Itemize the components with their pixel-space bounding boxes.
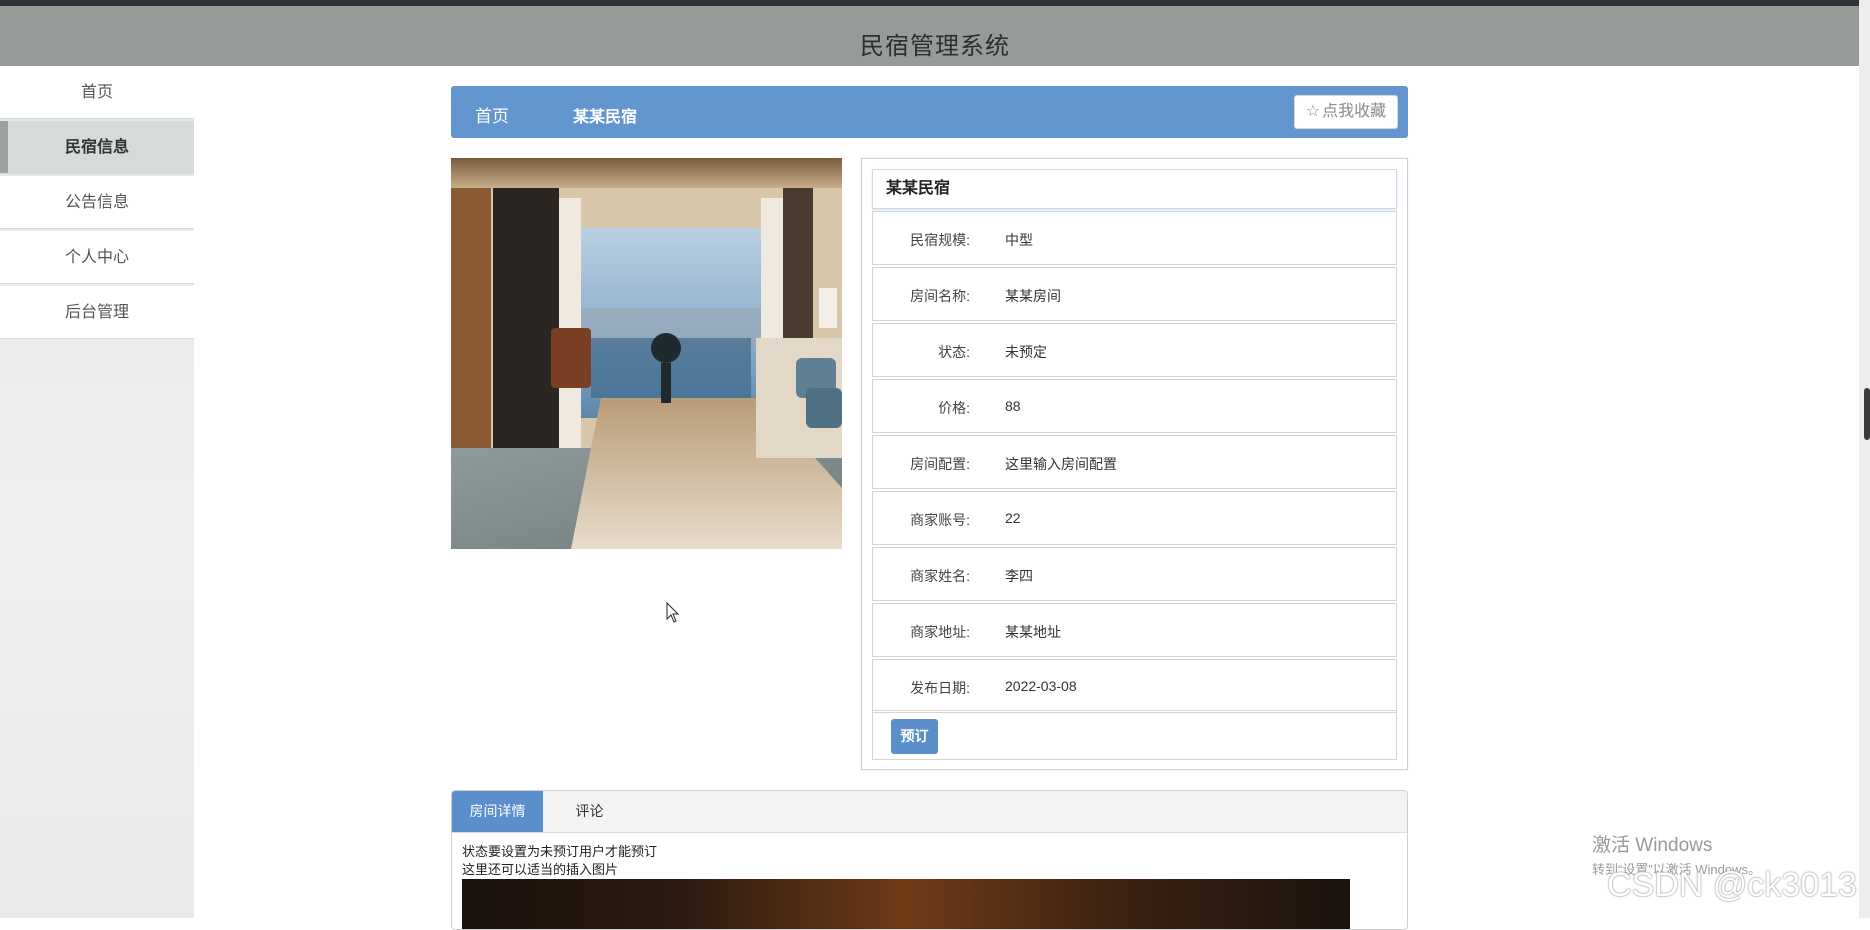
- detail-row-merchant-account: 商家账号: 22: [872, 491, 1397, 545]
- room-photo: [451, 158, 842, 549]
- detail-label: 状态:: [938, 344, 970, 360]
- detail-row-room-name: 房间名称: 某某房间: [872, 267, 1397, 321]
- detail-label: 发布日期:: [910, 680, 970, 696]
- page-scrollbar[interactable]: [1859, 0, 1870, 918]
- top-header: 民宿管理系统: [0, 0, 1870, 66]
- detail-value: 某某房间: [1005, 288, 1061, 304]
- detail-value: 未预定: [1005, 344, 1047, 360]
- tab-room-details[interactable]: 房间详情: [452, 791, 543, 832]
- homestay-name: 某某民宿: [872, 169, 1397, 209]
- sidebar-item-home[interactable]: 首页: [0, 66, 194, 119]
- mouse-pointer-icon: [666, 602, 680, 623]
- detail-value: 某某地址: [1005, 624, 1061, 640]
- detail-row-room-config: 房间配置: 这里输入房间配置: [872, 435, 1397, 489]
- sidebar-item-announcements[interactable]: 公告信息: [0, 176, 194, 229]
- detail-row-scale: 民宿规模: 中型: [872, 211, 1397, 265]
- homestay-detail-panel: 某某民宿 民宿规模: 中型 房间名称: 某某房间 状态: 未预定 价格: 88 …: [861, 158, 1408, 770]
- sidebar-item-personal-center[interactable]: 个人中心: [0, 231, 194, 284]
- csdn-watermark: CSDN @ck3013: [1607, 866, 1857, 904]
- detail-label: 房间配置:: [910, 456, 970, 472]
- room-photo-illustration: [451, 158, 842, 549]
- detail-label: 商家地址:: [910, 624, 970, 640]
- star-outline-icon: ☆: [1305, 103, 1321, 120]
- detail-row-price: 价格: 88: [872, 379, 1397, 433]
- windows-activation-title: 激活 Windows: [1592, 835, 1713, 856]
- detail-value: 2022-03-08: [1005, 678, 1077, 694]
- breadcrumb-current: 某某民宿: [573, 109, 638, 126]
- tab-content-line: 状态要设置为未预订用户才能预订: [462, 844, 658, 859]
- book-row: 预订: [872, 710, 1397, 760]
- sidebar: 首页 民宿信息 公告信息 个人中心 后台管理: [0, 66, 194, 918]
- detail-tabs: 房间详情 评论 状态要设置为未预订用户才能预订 这里还可以适当的插入图片: [451, 790, 1408, 930]
- detail-row-merchant-address: 商家地址: 某某地址: [872, 603, 1397, 657]
- room-detail-image: [462, 879, 1350, 929]
- detail-row-status: 状态: 未预定: [872, 323, 1397, 377]
- detail-row-publish-date: 发布日期: 2022-03-08: [872, 659, 1397, 713]
- tab-strip: 房间详情 评论: [452, 791, 1407, 833]
- app-title: 民宿管理系统: [860, 33, 1010, 60]
- detail-label: 房间名称:: [910, 288, 970, 304]
- sidebar-item-admin[interactable]: 后台管理: [0, 286, 194, 339]
- detail-label: 商家账号:: [910, 512, 970, 528]
- detail-label: 价格:: [938, 400, 970, 416]
- tab-content-line: 这里还可以适当的插入图片: [462, 862, 619, 877]
- favorite-button[interactable]: ☆ 点我收藏: [1294, 95, 1398, 129]
- tab-comments[interactable]: 评论: [543, 791, 636, 832]
- detail-row-merchant-name: 商家姓名: 李四: [872, 547, 1397, 601]
- favorite-button-label: 点我收藏: [1322, 103, 1387, 120]
- tab-content: 状态要设置为未预订用户才能预订 这里还可以适当的插入图片: [462, 843, 657, 879]
- scrollbar-thumb[interactable]: [1864, 388, 1870, 440]
- detail-value: 88: [1005, 398, 1021, 414]
- breadcrumb: 首页 某某民宿 ☆ 点我收藏: [451, 86, 1408, 138]
- sidebar-item-homestay-info[interactable]: 民宿信息: [0, 121, 194, 174]
- book-button[interactable]: 预订: [891, 719, 938, 754]
- detail-label: 民宿规模:: [910, 232, 970, 248]
- detail-value: 22: [1005, 510, 1021, 526]
- detail-value: 中型: [1005, 232, 1033, 248]
- detail-value: 李四: [1005, 568, 1033, 584]
- detail-label: 商家姓名:: [910, 568, 970, 584]
- detail-value: 这里输入房间配置: [1005, 456, 1117, 472]
- breadcrumb-home-link[interactable]: 首页: [475, 102, 509, 127]
